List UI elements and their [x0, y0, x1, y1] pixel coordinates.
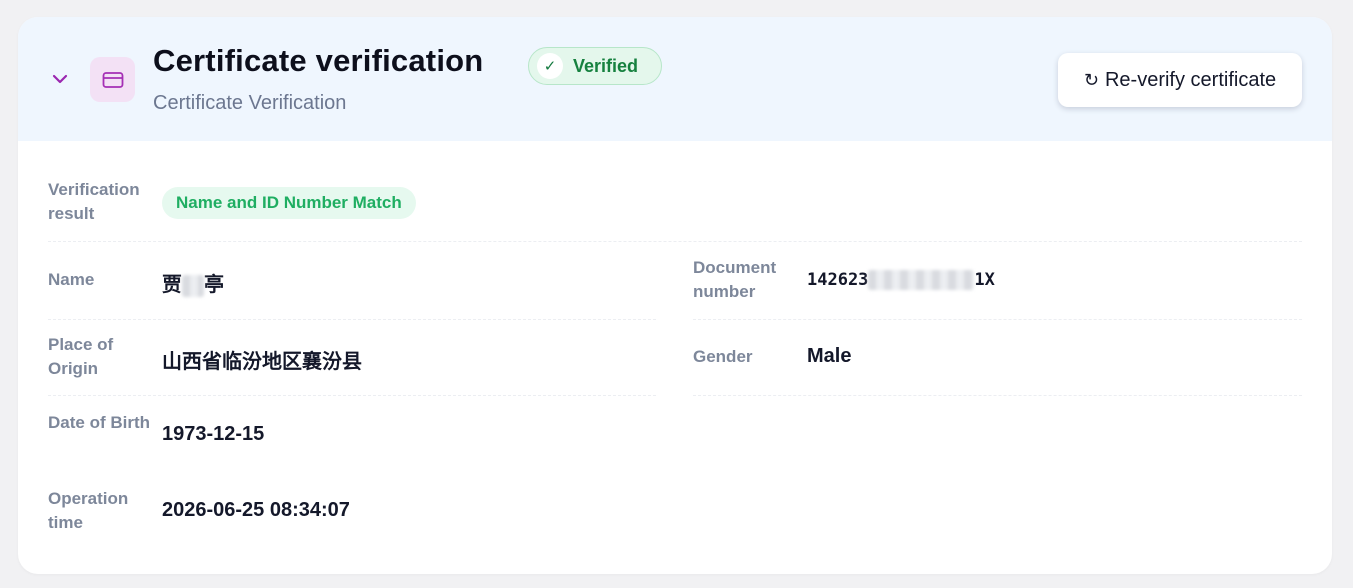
redacted-mask — [182, 274, 204, 297]
operation-time-label: Operation time — [48, 489, 129, 532]
document-number-suffix: 1X — [974, 270, 995, 290]
chevron-down-icon[interactable] — [50, 69, 70, 89]
divider — [693, 319, 1302, 320]
page-title: Certificate verification — [153, 43, 484, 78]
reverify-button[interactable]: ↻ Re-verify certificate — [1058, 53, 1302, 107]
card-icon — [90, 57, 135, 102]
document-number-label: Document number — [693, 258, 777, 301]
date-of-birth-value: 1973-12-15 — [162, 423, 265, 445]
divider — [48, 395, 656, 396]
status-badge: ✓ Verified — [528, 47, 662, 85]
document-number-prefix: 142623 — [807, 270, 869, 290]
status-badge-label: Verified — [573, 55, 639, 76]
divider — [693, 395, 1302, 396]
name-value-prefix: 贾 — [162, 274, 182, 296]
refresh-icon: ↻ — [1083, 69, 1099, 91]
date-of-birth-label: Date of Birth — [48, 413, 150, 432]
document-number-value: 142623 1X — [807, 270, 995, 290]
name-value: 贾亭 — [162, 268, 224, 297]
divider — [48, 241, 1302, 242]
reverify-button-label: Re-verify certificate — [1104, 68, 1277, 91]
gender-value: Male — [807, 345, 852, 367]
place-of-origin-value: 山西省临汾地区襄汾县 — [162, 351, 362, 373]
place-of-origin-label: Place of Origin — [48, 335, 114, 378]
name-value-suffix: 亭 — [204, 274, 224, 296]
verification-result-label: Verification result — [48, 180, 140, 223]
name-label: Name — [48, 270, 95, 289]
page-subtitle: Certificate Verification — [153, 92, 347, 114]
redacted-mask — [868, 270, 975, 290]
verification-result-pill: Name and ID Number Match — [162, 187, 416, 219]
divider — [48, 319, 656, 320]
check-icon: ✓ — [537, 53, 563, 79]
card-header: Certificate verification ✓ Verified Cert… — [18, 17, 1332, 141]
gender-label: Gender — [693, 347, 753, 366]
certificate-card: Certificate verification ✓ Verified Cert… — [18, 17, 1332, 574]
operation-time-value: 2026-06-25 08:34:07 — [162, 499, 350, 521]
